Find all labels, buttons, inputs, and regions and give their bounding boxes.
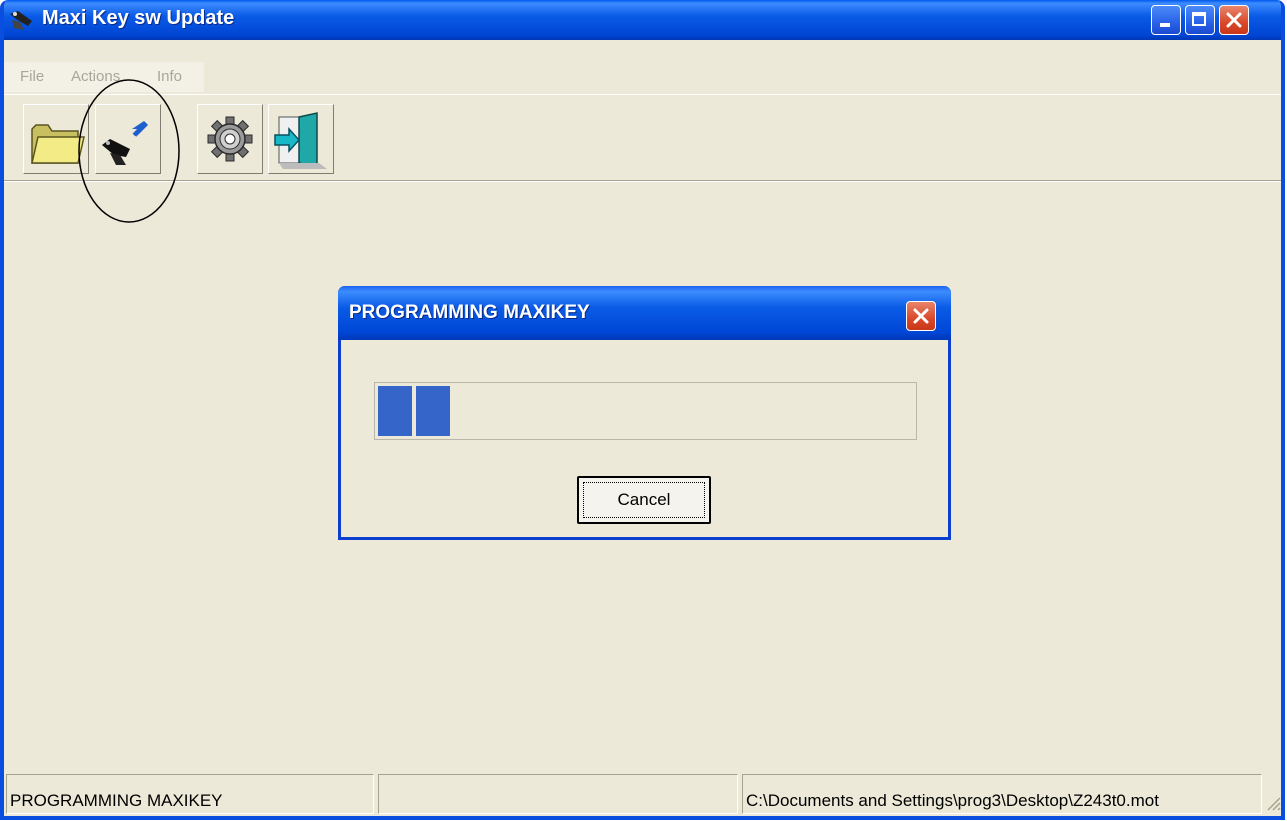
settings-button[interactable] [197,104,263,174]
menu-bar: File Actions Info [4,62,1274,92]
app-key-icon [10,11,32,30]
status-panel-message: PROGRAMMING MAXIKEY [6,774,374,814]
window-title: Maxi Key sw Update [42,7,235,29]
program-key-button[interactable] [95,104,161,174]
progress-bar [374,382,917,440]
settings-gear-icon [207,116,253,162]
open-folder-icon [31,124,85,164]
programming-dialog: PROGRAMMING MAXIKEY Cancel [338,286,951,540]
exit-button[interactable] [268,104,334,174]
close-icon [913,308,929,324]
status-panel-file-path: C:\Documents and Settings\prog3\Desktop\… [742,774,1262,814]
menu-actions[interactable]: Actions [71,68,120,85]
progress-block [378,386,412,436]
dialog-title-bar[interactable]: PROGRAMMING MAXIKEY [338,286,951,340]
cancel-button[interactable]: Cancel [577,476,711,524]
status-bar: PROGRAMMING MAXIKEY C:\Documents and Set… [4,772,1281,816]
cancel-label: Cancel [617,490,671,509]
minimize-button[interactable] [1151,5,1181,35]
program-key-icon [102,121,148,165]
menu-info[interactable]: Info [157,68,182,85]
maximize-icon [1192,12,1206,26]
open-file-button[interactable] [23,104,89,174]
exit-door-icon [274,112,327,169]
title-bar[interactable]: Maxi Key sw Update [4,0,1281,40]
dialog-close-button[interactable] [906,301,936,331]
minimize-icon [1160,23,1170,27]
maximize-button[interactable] [1185,5,1215,35]
close-icon [1226,12,1242,28]
dialog-title: PROGRAMMING MAXIKEY [349,302,590,323]
menu-file[interactable]: File [20,68,44,85]
status-panel-empty [378,774,738,814]
close-button[interactable] [1219,5,1249,35]
resize-grip-icon[interactable] [1262,792,1282,812]
progress-block [416,386,450,436]
